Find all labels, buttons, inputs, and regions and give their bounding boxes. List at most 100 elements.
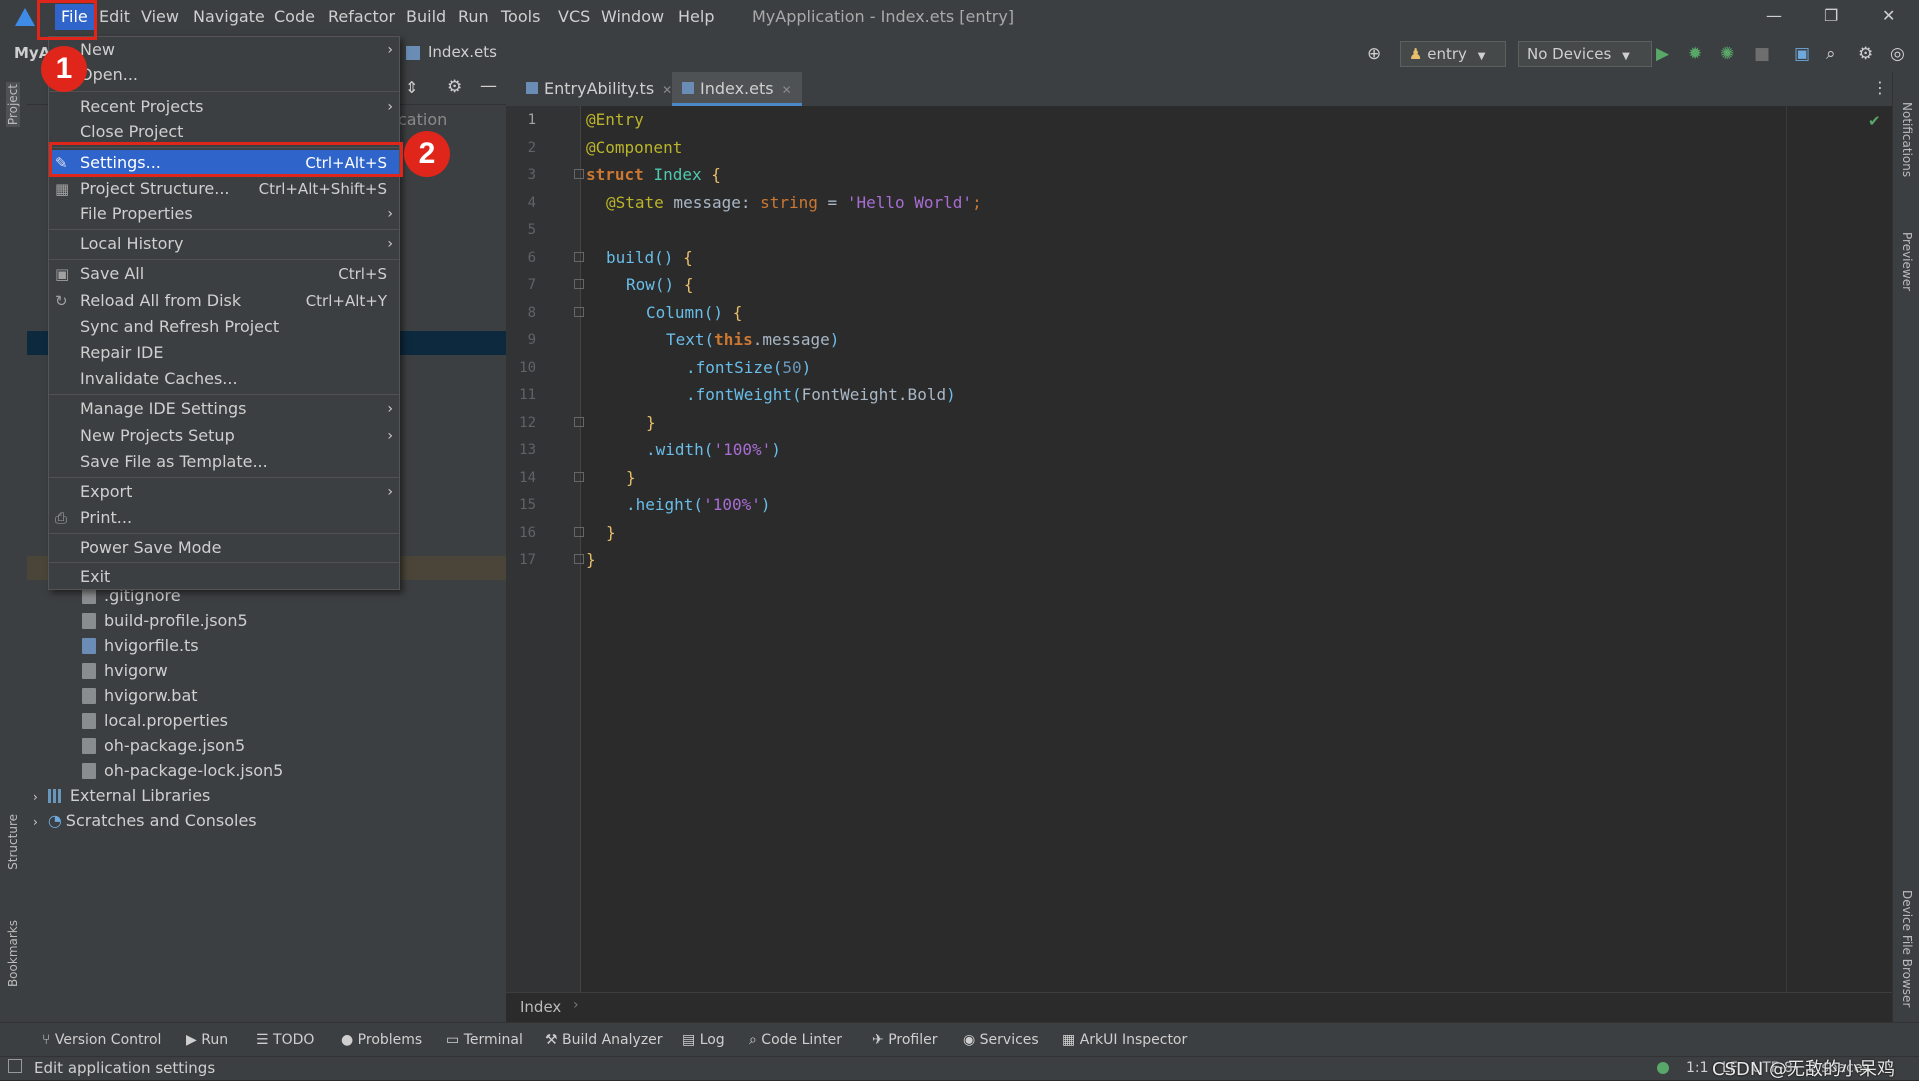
hide-panel-icon[interactable]: —: [480, 76, 497, 96]
menu-item-power-save-mode[interactable]: Power Save Mode: [49, 535, 399, 561]
tool-build-analyzer[interactable]: ⚒ Build Analyzer: [545, 1032, 663, 1048]
menu-item-sync-refresh[interactable]: Sync and Refresh Project: [49, 314, 399, 340]
menu-code[interactable]: Code: [274, 7, 315, 26]
tool-arkui-inspector[interactable]: ▦ ArkUI Inspector: [1062, 1032, 1187, 1048]
gear-icon[interactable]: ⚙: [447, 77, 462, 97]
ts-file-icon: [82, 638, 96, 654]
tool-log[interactable]: ▤ Log: [682, 1032, 725, 1048]
menu-item-save-all[interactable]: ▣ Save All Ctrl+S: [49, 261, 399, 287]
tool-run[interactable]: ▶ Run: [186, 1032, 228, 1048]
chevron-right-icon[interactable]: ›: [33, 815, 38, 829]
menu-refactor[interactable]: Refactor: [328, 7, 395, 26]
menu-item-invalidate-caches[interactable]: Invalidate Caches...: [49, 366, 399, 392]
menu-item-repair-ide[interactable]: Repair IDE: [49, 340, 399, 366]
code-line: }: [606, 523, 616, 542]
tab-index[interactable]: Index.ets ✕: [672, 72, 802, 106]
tree-item[interactable]: hvigorw.bat: [82, 684, 198, 708]
menu-vcs[interactable]: VCS: [558, 7, 590, 26]
menu-item-file-properties[interactable]: File Properties ›: [49, 201, 399, 227]
menu-tools[interactable]: Tools: [501, 7, 540, 26]
menu-item-new[interactable]: New ›: [49, 37, 399, 63]
menu-separator: [49, 533, 399, 534]
fold-marker[interactable]: [574, 527, 584, 537]
breadcrumb-item[interactable]: Index: [520, 998, 561, 1016]
expand-all-icon[interactable]: ⇕: [405, 78, 418, 97]
module-selector[interactable]: ♟ entry ▼: [1400, 41, 1506, 67]
menu-item-save-as-template[interactable]: Save File as Template...: [49, 449, 399, 475]
close-tab-icon[interactable]: ✕: [782, 83, 792, 97]
fold-marker[interactable]: [574, 279, 584, 289]
project-tool-button[interactable]: Project: [6, 82, 20, 128]
menu-window[interactable]: Window: [601, 7, 664, 26]
account-icon[interactable]: ◎: [1890, 44, 1905, 64]
run-icon[interactable]: ▶: [1656, 44, 1669, 64]
file-crumb[interactable]: Index.ets: [428, 43, 497, 61]
tree-item[interactable]: oh-package-lock.json5: [82, 759, 283, 783]
menu-navigate[interactable]: Navigate: [193, 7, 265, 26]
menu-item-local-history[interactable]: Local History ›: [49, 231, 399, 257]
tool-code-linter[interactable]: ⌕ Code Linter: [749, 1032, 842, 1048]
chevron-right-icon[interactable]: ›: [33, 790, 38, 804]
tool-version-control[interactable]: ⑂ Version Control: [42, 1032, 161, 1048]
menu-help[interactable]: Help: [678, 7, 714, 26]
minimize-icon[interactable]: —: [1766, 6, 1782, 25]
debug-icon[interactable]: ✹: [1688, 44, 1702, 64]
reload-icon: ↻: [55, 292, 68, 310]
menu-item-recent-projects[interactable]: Recent Projects ›: [49, 94, 399, 120]
panel-toggle-icon[interactable]: [8, 1059, 22, 1073]
tool-profiler[interactable]: ✈ Profiler: [872, 1032, 937, 1048]
more-options-icon[interactable]: ⋮: [1872, 78, 1888, 97]
tab-entryability[interactable]: EntryAbility.ts ✕: [516, 72, 682, 106]
caret-position[interactable]: 1:1: [1686, 1060, 1709, 1076]
locate-target-icon[interactable]: ⊕: [1367, 44, 1381, 64]
device-file-browser-tool-button[interactable]: Device File Browser: [1900, 890, 1914, 1007]
line-number: 12: [519, 415, 536, 431]
menu-run[interactable]: Run: [458, 7, 489, 26]
restore-icon[interactable]: ❐: [1824, 6, 1838, 25]
menu-item-exit[interactable]: Exit: [49, 564, 399, 590]
menu-edit[interactable]: Edit: [99, 7, 130, 26]
device-selector[interactable]: No Devices ▼: [1518, 41, 1652, 67]
tree-item[interactable]: build-profile.json5: [82, 609, 248, 633]
menu-item-export[interactable]: Export ›: [49, 479, 399, 505]
fold-marker[interactable]: [574, 554, 584, 564]
close-tab-icon[interactable]: ✕: [662, 83, 672, 97]
menu-item-reload-all[interactable]: ↻ Reload All from Disk Ctrl+Alt+Y: [49, 288, 399, 314]
menu-item-open[interactable]: Open...: [49, 62, 399, 88]
annotation-highlight-settings: [49, 142, 403, 177]
chevron-right-icon: ›: [387, 236, 393, 252]
menu-item-new-projects-setup[interactable]: New Projects Setup ›: [49, 423, 399, 449]
close-icon[interactable]: ✕: [1882, 6, 1895, 25]
tool-todo[interactable]: ☰ TODO: [256, 1032, 314, 1048]
fold-marker[interactable]: [574, 252, 584, 262]
structure-tool-button[interactable]: Structure: [6, 814, 20, 870]
menu-item-project-structure[interactable]: ▦ Project Structure... Ctrl+Alt+Shift+S: [49, 176, 399, 202]
attach-debugger-icon[interactable]: ✺: [1720, 44, 1734, 64]
gear-icon[interactable]: ⚙: [1858, 44, 1873, 64]
device-manager-icon[interactable]: ▣: [1794, 44, 1810, 64]
left-tool-stripe: Project Structure Bookmarks: [0, 72, 28, 1022]
tree-item-external-libraries[interactable]: › External Libraries: [33, 784, 210, 808]
tree-item[interactable]: oh-package.json5: [82, 734, 245, 758]
menu-build[interactable]: Build: [406, 7, 446, 26]
menu-item-manage-ide-settings[interactable]: Manage IDE Settings ›: [49, 396, 399, 422]
fold-marker[interactable]: [574, 417, 584, 427]
notifications-tool-button[interactable]: Notifications: [1900, 102, 1914, 177]
menu-separator: [49, 259, 399, 260]
fold-marker[interactable]: [574, 169, 584, 179]
menu-view[interactable]: View: [141, 7, 179, 26]
tree-item[interactable]: local.properties: [82, 709, 228, 733]
code-editor[interactable]: 1 2 3 4 5 6 7 8 9 10 11 12 13 14 15 16 1…: [506, 106, 1892, 992]
tool-services[interactable]: ◉ Services: [963, 1032, 1039, 1048]
bookmarks-tool-button[interactable]: Bookmarks: [6, 920, 20, 987]
menu-item-print[interactable]: ⎙ Print...: [49, 505, 399, 531]
tree-item[interactable]: hvigorw: [82, 659, 168, 683]
previewer-tool-button[interactable]: Previewer: [1900, 232, 1914, 291]
search-icon[interactable]: ⌕: [1826, 44, 1836, 64]
fold-marker[interactable]: [574, 472, 584, 482]
fold-marker[interactable]: [574, 307, 584, 317]
tool-problems[interactable]: ● Problems: [341, 1032, 422, 1048]
tree-item-scratches[interactable]: › ◔ Scratches and Consoles: [33, 809, 257, 833]
tool-terminal[interactable]: ▭ Terminal: [446, 1032, 523, 1048]
tree-item[interactable]: hvigorfile.ts: [82, 634, 199, 658]
